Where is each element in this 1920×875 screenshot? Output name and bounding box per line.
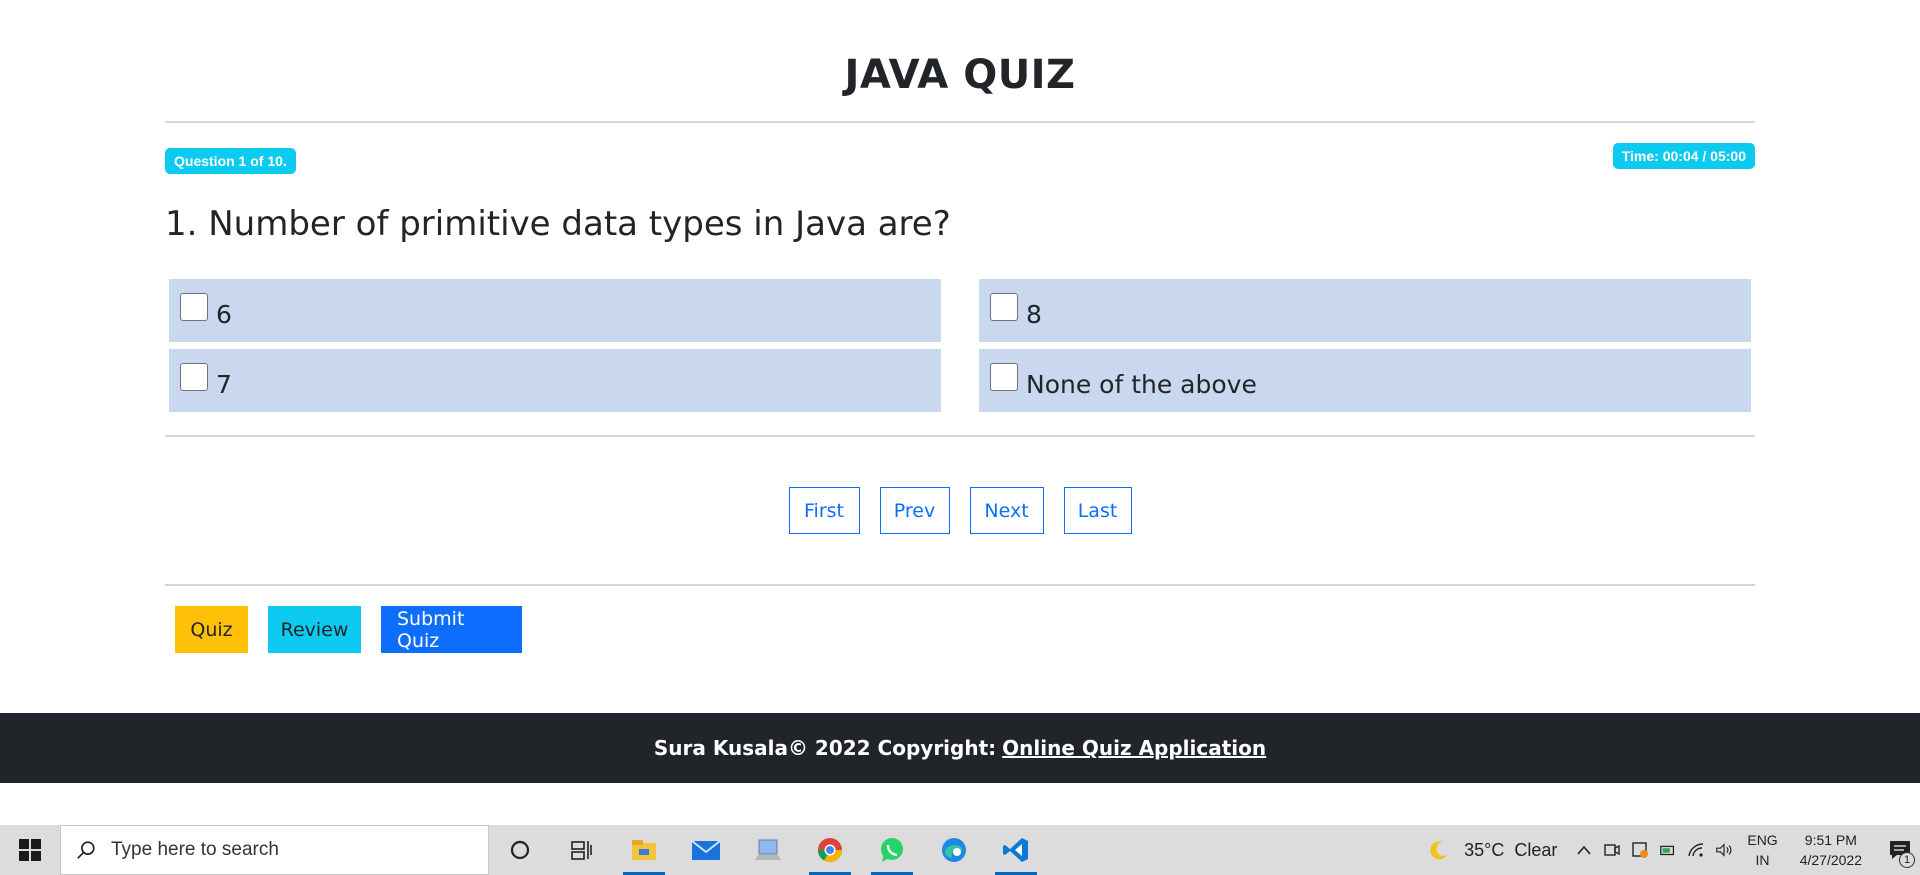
answer-checkbox[interactable] — [990, 293, 1018, 321]
question-text: 1. Number of primitive data types in Jav… — [165, 204, 951, 244]
timer-badge: Time: 00:04 / 05:00 — [1612, 143, 1755, 169]
windows-taskbar: Type here to search 35°C Clear ENG IN 9:… — [0, 825, 1920, 875]
clock-time: 9:51 PM — [1804, 832, 1857, 848]
tray-icons — [1575, 841, 1733, 859]
volume-icon[interactable] — [1715, 841, 1733, 859]
answer-option-label: 7 — [216, 370, 232, 399]
mail-icon[interactable] — [675, 825, 737, 875]
notification-count: 1 — [1899, 852, 1915, 868]
quiz-actions: Quiz Review Submit Quiz — [175, 606, 522, 653]
search-placeholder: Type here to search — [111, 839, 279, 860]
edge-icon[interactable] — [923, 825, 985, 875]
meet-now-icon[interactable] — [1603, 841, 1621, 859]
task-view-icon[interactable] — [551, 825, 613, 875]
submit-quiz-button[interactable]: Submit Quiz — [381, 606, 522, 653]
whatsapp-icon[interactable] — [861, 825, 923, 875]
answer-option-2[interactable]: 8 — [979, 279, 1751, 342]
review-button[interactable]: Review — [268, 606, 361, 653]
divider — [165, 121, 1755, 123]
first-button[interactable]: First — [788, 487, 860, 534]
start-button[interactable] — [0, 825, 60, 875]
windows-logo-icon — [19, 839, 41, 861]
page-title: JAVA QUIZ — [844, 52, 1076, 98]
answer-option-4[interactable]: None of the above — [979, 349, 1751, 412]
next-button[interactable]: Next — [969, 487, 1044, 534]
answer-option-label: 8 — [1026, 300, 1042, 329]
copyright-text: Sura Kusala© 2022 Copyright: — [653, 736, 997, 760]
divider — [165, 435, 1755, 437]
app-tray-icon[interactable] — [1631, 841, 1649, 859]
laptop-app-icon[interactable] — [737, 825, 799, 875]
divider — [165, 584, 1755, 586]
wifi-icon[interactable] — [1687, 841, 1705, 859]
quiz-button[interactable]: Quiz — [175, 606, 248, 653]
chevron-up-icon[interactable] — [1575, 841, 1593, 859]
answer-checkbox[interactable] — [180, 293, 208, 321]
taskbar-clock[interactable]: 9:51 PM 4/27/2022 — [1800, 830, 1862, 870]
notification-center-button[interactable]: 1 — [1880, 825, 1920, 875]
answer-option-3[interactable]: 7 — [169, 349, 941, 412]
vscode-icon[interactable] — [985, 825, 1047, 875]
language-indicator[interactable]: ENG IN — [1747, 830, 1777, 870]
footer-link[interactable]: Online Quiz Application — [1002, 736, 1266, 760]
answer-checkbox[interactable] — [990, 363, 1018, 391]
chrome-icon[interactable] — [799, 825, 861, 875]
system-tray: 35°C Clear ENG IN 9:51 PM 4/27/2022 1 — [1428, 825, 1920, 875]
answer-option-label: None of the above — [1026, 370, 1257, 399]
weather-widget[interactable]: 35°C Clear — [1428, 839, 1557, 861]
language-code: ENG — [1747, 832, 1778, 848]
answer-option-label: 6 — [216, 300, 232, 329]
cortana-icon[interactable] — [489, 825, 551, 875]
page-footer: Sura Kusala© 2022 Copyright: Online Quiz… — [0, 713, 1920, 783]
question-pager: First Prev Next Last — [165, 487, 1755, 534]
moon-icon — [1430, 841, 1448, 860]
answer-checkbox[interactable] — [180, 363, 208, 391]
file-explorer-icon[interactable] — [613, 825, 675, 875]
prev-button[interactable]: Prev — [879, 487, 950, 534]
last-button[interactable]: Last — [1063, 487, 1132, 534]
answer-option-1[interactable]: 6 — [169, 279, 941, 342]
weather-temperature: 35°C — [1464, 839, 1505, 860]
taskbar-search-input[interactable]: Type here to search — [60, 825, 489, 875]
quiz-page: JAVA QUIZ Question 1 of 10. Time: 00:04 … — [0, 0, 1920, 875]
region-code: IN — [1755, 852, 1770, 868]
clock-date: 4/27/2022 — [1799, 852, 1862, 868]
search-icon — [77, 841, 95, 859]
battery-icon[interactable] — [1659, 841, 1677, 859]
question-counter-badge: Question 1 of 10. — [165, 148, 296, 174]
weather-condition: Clear — [1514, 839, 1558, 860]
